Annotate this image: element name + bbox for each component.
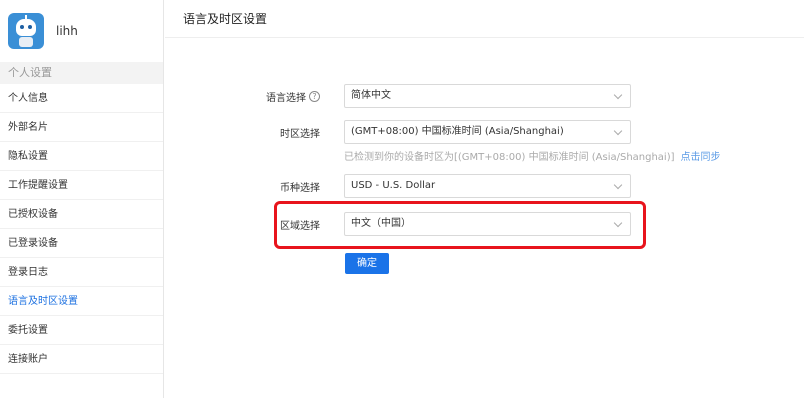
sidebar-item-profile-info[interactable]: 个人信息 bbox=[0, 84, 163, 113]
chevron-down-icon bbox=[613, 90, 623, 100]
timezone-hint: 已检测到你的设备时区为[(GMT+08:00) 中国标准时间 (Asia/Sha… bbox=[344, 148, 721, 163]
timezone-label-row: 时区选择 bbox=[170, 122, 320, 142]
chevron-down-icon bbox=[613, 180, 623, 190]
sidebar-item-logged-in-devices[interactable]: 已登录设备 bbox=[0, 229, 163, 258]
language-label: 语言选择 bbox=[266, 92, 306, 104]
language-select[interactable]: 简体中文 bbox=[344, 84, 631, 108]
avatar[interactable] bbox=[8, 13, 44, 49]
currency-label-row: 币种选择 bbox=[170, 176, 320, 196]
sidebar-item-privacy[interactable]: 隐私设置 bbox=[0, 142, 163, 171]
chevron-down-icon bbox=[613, 126, 623, 136]
currency-label: 币种选择 bbox=[280, 182, 320, 194]
sync-timezone-link[interactable]: 点击同步 bbox=[681, 152, 721, 163]
sidebar-item-authorized-devices[interactable]: 已授权设备 bbox=[0, 200, 163, 229]
page-title: 语言及时区设置 bbox=[165, 0, 804, 38]
sidebar: lihh 个人设置 个人信息 外部名片 隐私设置 工作提醒设置 已授权设备 已登… bbox=[0, 0, 164, 398]
main-panel: 语言及时区设置 语言选择 ? 简体中文 时区选择 (GMT+08:00) 中国标… bbox=[165, 0, 804, 398]
region-highlight-box bbox=[274, 201, 646, 249]
sidebar-item-language-timezone[interactable]: 语言及时区设置 bbox=[0, 287, 163, 316]
timezone-select[interactable]: (GMT+08:00) 中国标准时间 (Asia/Shanghai) bbox=[344, 120, 631, 144]
language-label-row: 语言选择 ? bbox=[170, 86, 320, 106]
language-select-value: 简体中文 bbox=[351, 90, 391, 101]
sidebar-item-work-reminder[interactable]: 工作提醒设置 bbox=[0, 171, 163, 200]
help-icon[interactable]: ? bbox=[309, 90, 320, 102]
profile-header: lihh bbox=[0, 0, 163, 62]
sidebar-item-business-card[interactable]: 外部名片 bbox=[0, 113, 163, 142]
sidebar-item-login-log[interactable]: 登录日志 bbox=[0, 258, 163, 287]
currency-select[interactable]: USD - U.S. Dollar bbox=[344, 174, 631, 198]
sidebar-section-title: 个人设置 bbox=[0, 62, 163, 84]
sidebar-item-connected-accounts[interactable]: 连接账户 bbox=[0, 345, 163, 374]
timezone-hint-text: 已检测到你的设备时区为[(GMT+08:00) 中国标准时间 (Asia/Sha… bbox=[344, 152, 675, 163]
timezone-select-value: (GMT+08:00) 中国标准时间 (Asia/Shanghai) bbox=[351, 126, 564, 137]
currency-select-value: USD - U.S. Dollar bbox=[351, 180, 436, 191]
confirm-button[interactable]: 确定 bbox=[345, 253, 389, 274]
sidebar-item-delegation[interactable]: 委托设置 bbox=[0, 316, 163, 345]
timezone-label: 时区选择 bbox=[280, 128, 320, 140]
username: lihh bbox=[56, 24, 78, 38]
